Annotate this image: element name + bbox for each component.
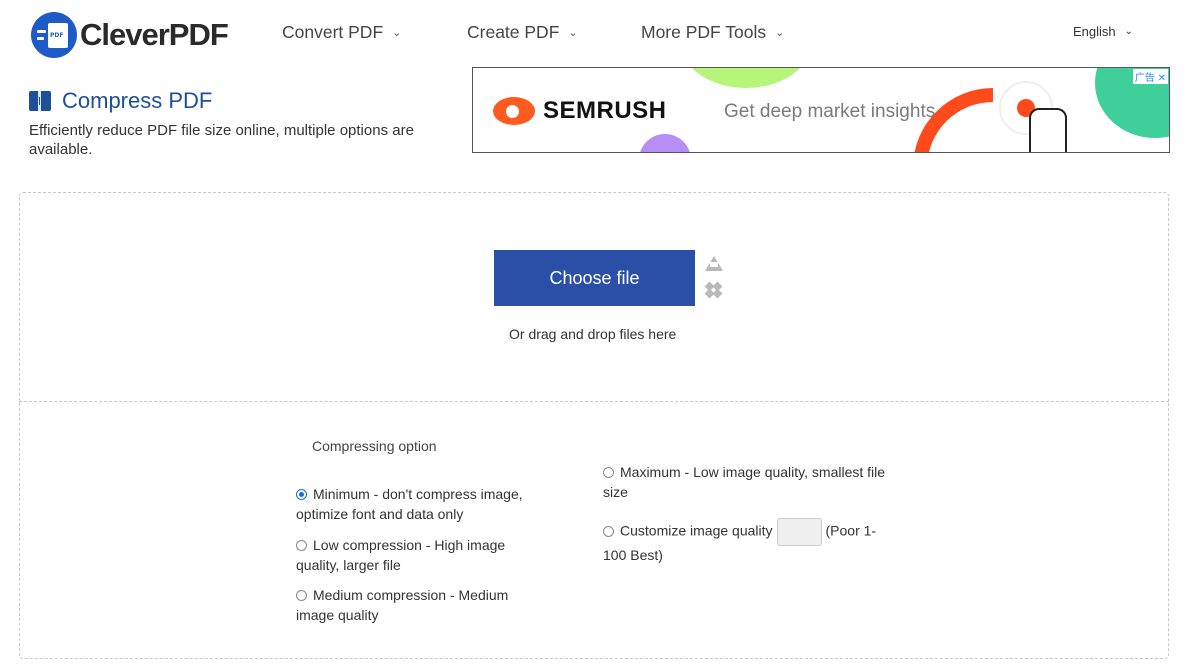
chevron-down-icon: ⌄ (568, 27, 578, 39)
language-selector[interactable]: English ⌄ (1073, 24, 1133, 39)
advertisement-banner[interactable]: SEMRUSH Get deep market insights 广告 ✕ (472, 67, 1170, 153)
radio-medium[interactable] (296, 590, 307, 601)
radio-maximum[interactable] (603, 467, 614, 478)
nav-create-pdf[interactable]: Create PDF ⌄ (467, 22, 578, 43)
nav-more-pdf-tools[interactable]: More PDF Tools ⌄ (641, 22, 784, 43)
cleverpdf-logo[interactable]: CleverPDF (31, 12, 229, 58)
choose-file-button[interactable]: Choose file (494, 250, 695, 306)
page-title: Compress PDF (62, 88, 213, 113)
nav-convert-pdf[interactable]: Convert PDF ⌄ (282, 22, 401, 43)
image-quality-input[interactable] (776, 518, 822, 546)
site-header: CleverPDF Convert PDF ⌄ Create PDF ⌄ Mor… (0, 0, 1200, 66)
radio-minimum[interactable] (296, 489, 307, 500)
google-drive-icon[interactable] (705, 256, 723, 271)
nav-more-label: More PDF Tools (641, 22, 767, 42)
option-customize-label: Customize image quality (620, 522, 773, 539)
option-minimum[interactable]: Minimum - don't compress image, optimize… (296, 485, 536, 524)
compressing-option-title: Compressing option (312, 438, 437, 454)
chevron-down-icon: ⌄ (1124, 26, 1134, 37)
ad-brand: SEMRUSH (543, 97, 667, 124)
pointer-hand-icon (1029, 108, 1067, 152)
option-medium-label: Medium compression - Medium image qualit… (296, 587, 509, 623)
chevron-down-icon: ⌄ (775, 27, 785, 39)
dropbox-icon[interactable] (704, 281, 723, 299)
option-minimum-label: Minimum - don't compress image, optimize… (296, 486, 523, 522)
semrush-logo-icon (493, 97, 535, 125)
language-label: English (1073, 24, 1116, 39)
section-divider (19, 401, 1169, 402)
drag-drop-hint: Or drag and drop files here (509, 326, 677, 342)
option-customize[interactable]: Customize image quality (Poor 1-100 Best) (603, 518, 893, 566)
logo-icon (31, 12, 77, 58)
option-low[interactable]: Low compression - High image quality, la… (296, 536, 526, 575)
ad-close-badge[interactable]: 广告 ✕ (1132, 69, 1168, 84)
option-medium[interactable]: Medium compression - Medium image qualit… (296, 586, 526, 625)
ad-tagline: Get deep market insights (724, 101, 936, 122)
radio-customize[interactable] (603, 525, 614, 537)
option-maximum[interactable]: Maximum - Low image quality, smallest fi… (603, 463, 903, 502)
radio-low[interactable] (296, 540, 307, 551)
nav-create-label: Create PDF (467, 22, 560, 42)
option-low-label: Low compression - High image quality, la… (296, 537, 506, 573)
nav-convert-label: Convert PDF (282, 22, 384, 42)
page-title-row: Compress PDF (29, 88, 212, 114)
logo-text: CleverPDF (80, 17, 229, 52)
page-description: Efficiently reduce PDF file size online,… (29, 122, 414, 158)
chevron-down-icon: ⌄ (392, 27, 402, 39)
book-icon (29, 91, 51, 111)
option-maximum-label: Maximum - Low image quality, smallest fi… (603, 464, 886, 500)
